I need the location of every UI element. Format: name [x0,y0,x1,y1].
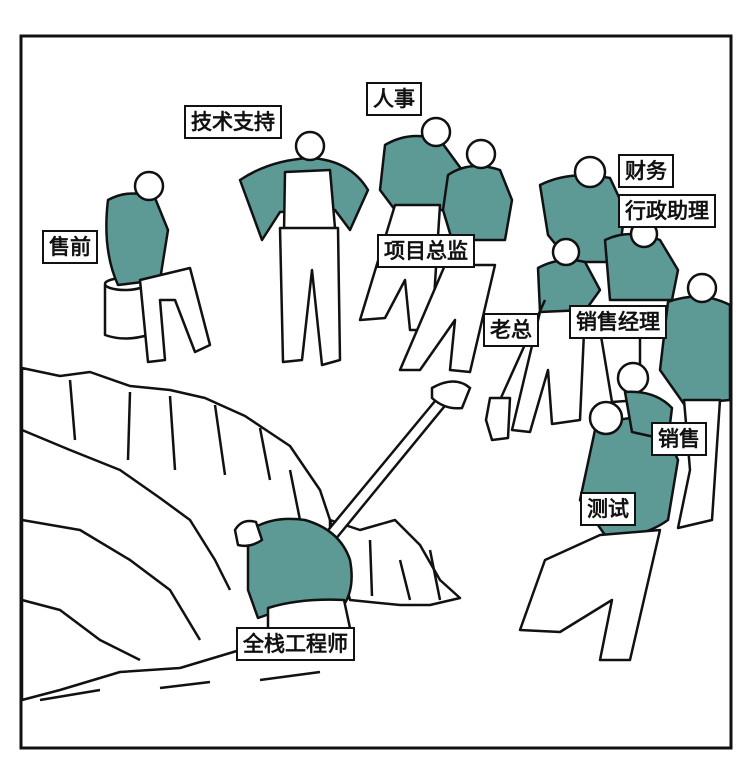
comic-panel [19,34,733,750]
label-presales: 售前 [42,230,98,264]
label-tech-support: 技术支持 [184,105,282,139]
label-admin-assistant: 行政助理 [618,194,716,228]
label-fullstack: 全栈工程师 [236,627,355,661]
label-sales: 销售 [651,422,707,456]
label-qa: 测试 [580,492,636,526]
label-hr: 人事 [366,82,422,116]
label-project-director: 项目总监 [377,234,475,268]
label-finance: 财务 [618,154,674,188]
label-sales-manager: 销售经理 [569,305,667,339]
label-boss: 老总 [483,313,539,347]
